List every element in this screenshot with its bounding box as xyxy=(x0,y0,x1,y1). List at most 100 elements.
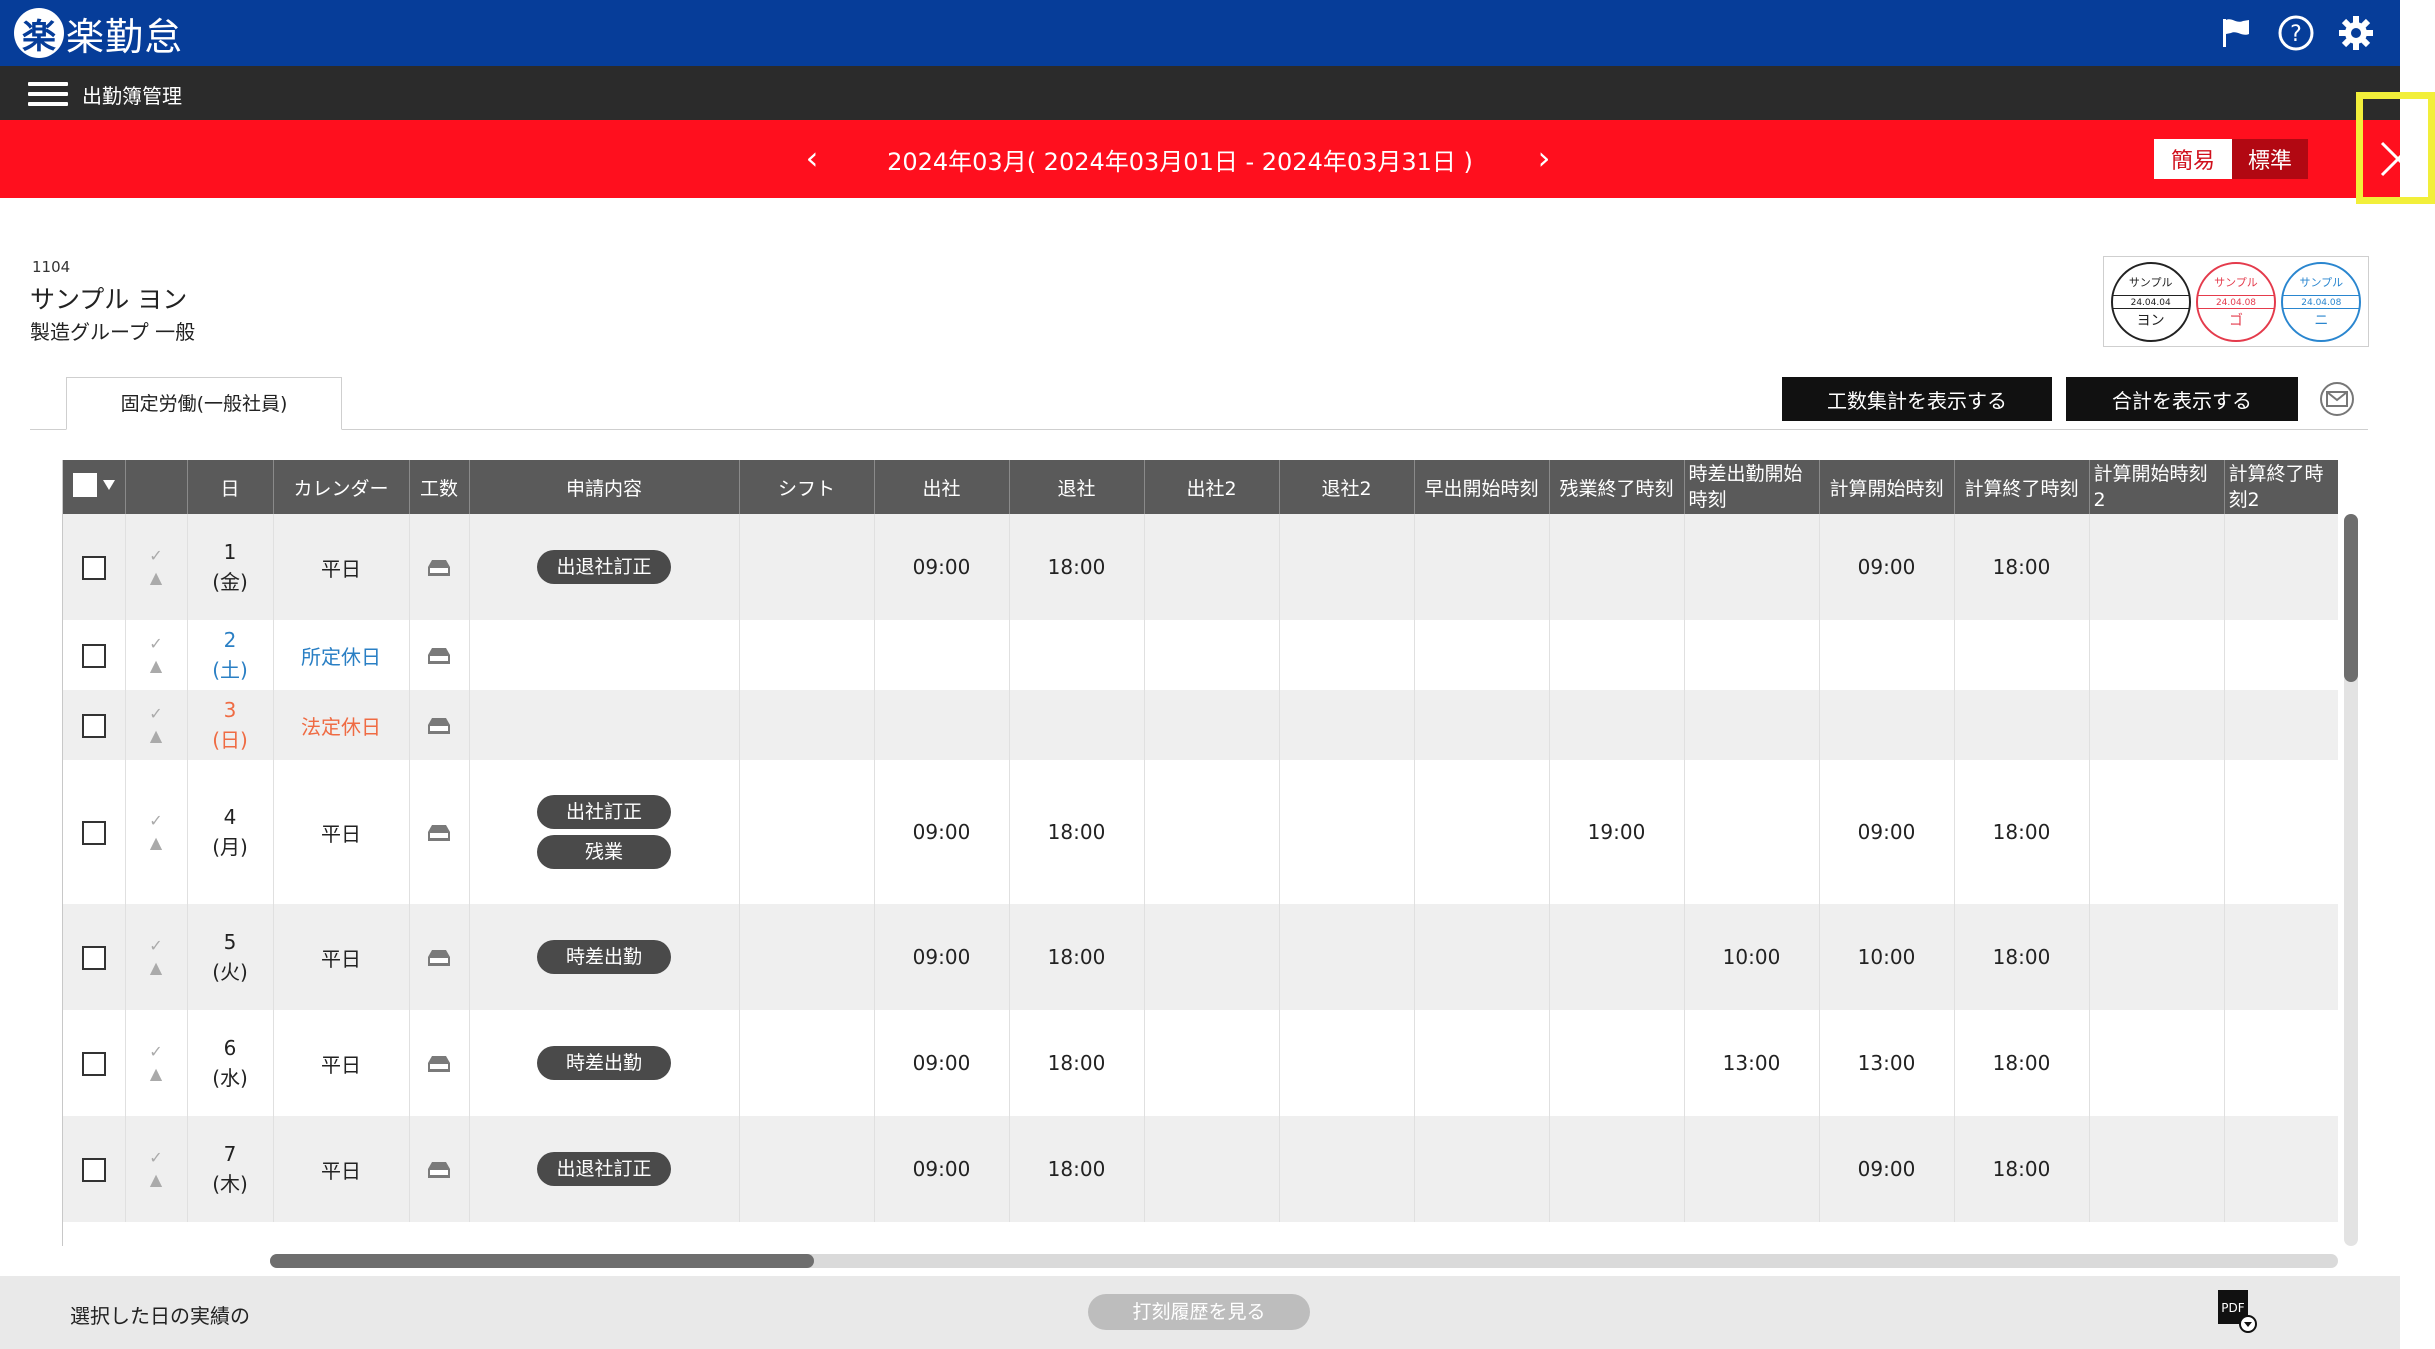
show-total-button[interactable]: 合計を表示する xyxy=(2066,377,2298,421)
stamp-date: 24.04.08 xyxy=(2283,294,2360,309)
row-checkbox[interactable] xyxy=(81,1157,106,1182)
row-checkbox[interactable] xyxy=(81,820,106,845)
koshu-cell[interactable] xyxy=(409,690,470,760)
day-of-week: (木) xyxy=(212,1172,248,1196)
warning-icon: ▲ xyxy=(149,656,163,675)
day-of-week: (火) xyxy=(212,960,248,984)
request-badge[interactable]: 出退社訂正 xyxy=(537,1152,671,1186)
row-status-cell: ✓ ▲ xyxy=(125,514,188,620)
chevron-down-icon[interactable] xyxy=(102,479,115,490)
select-all-header[interactable] xyxy=(63,460,126,514)
row-checkbox[interactable] xyxy=(81,643,106,668)
row-checkbox[interactable] xyxy=(81,713,106,738)
koshu-cell[interactable] xyxy=(409,1010,470,1116)
show-koshu-summary-button[interactable]: 工数集計を表示する xyxy=(1782,377,2052,421)
mode-standard-button[interactable]: 標準 xyxy=(2232,139,2309,179)
col-header: 申請内容 xyxy=(469,460,740,514)
tray-icon[interactable] xyxy=(425,1159,453,1181)
app-logo[interactable]: 楽 楽勤怠 xyxy=(14,6,183,60)
row-select-cell[interactable] xyxy=(63,690,126,760)
row-checkbox[interactable] xyxy=(81,1051,106,1076)
request-badge[interactable]: 出退社訂正 xyxy=(537,550,671,584)
flag-icon[interactable] xyxy=(2216,13,2256,53)
gear-icon[interactable] xyxy=(2336,13,2376,53)
request-badge[interactable]: 時差出勤 xyxy=(537,1046,671,1080)
table-row[interactable]: ✓ ▲ 6 (水) 平日 時差出勤 09:00 18:00 13:00 13:00 18:00 xyxy=(63,1010,2338,1116)
day-cell: 2 (土) xyxy=(187,620,274,690)
table-row[interactable]: ✓ ▲ 7 (木) 平日 出退社訂正 09:00 18:00 09:00 18:00 xyxy=(63,1116,2338,1222)
check-icon: ✓ xyxy=(149,546,163,565)
status-header xyxy=(125,460,188,514)
row-select-cell[interactable] xyxy=(63,1010,126,1116)
koshu-cell[interactable] xyxy=(409,620,470,690)
pdf-download-icon[interactable]: PDF xyxy=(2216,1288,2258,1334)
clock-in-cell: 09:00 xyxy=(874,514,1010,620)
shift-cell xyxy=(739,514,875,620)
request-badge[interactable]: 出社訂正 xyxy=(537,795,671,829)
approval-stamp: サンプル 24.04.08 ニ xyxy=(2281,261,2362,342)
approval-stamps: サンプル 24.04.04 ヨン サンプル 24.04.08 ゴ サンプル 24… xyxy=(2103,256,2369,347)
row-checkbox[interactable] xyxy=(81,945,106,970)
koshu-cell[interactable] xyxy=(409,904,470,1010)
employee-name: サンプル ヨン xyxy=(30,285,188,314)
help-icon[interactable]: ? xyxy=(2276,13,2316,53)
clock-in-cell xyxy=(874,690,1010,760)
col-header: 日 xyxy=(187,460,274,514)
koshu-cell[interactable] xyxy=(409,514,470,620)
request-badge[interactable]: 残業 xyxy=(537,835,671,869)
col-header: 工数 xyxy=(409,460,470,514)
footer-selected-text: 選択した日の実績の xyxy=(70,1304,250,1328)
col-header: 残業終了時刻 xyxy=(1549,460,1685,514)
next-period-button[interactable]: › xyxy=(1524,136,1564,180)
hamburger-menu-icon[interactable] xyxy=(28,82,68,106)
clock-in2-cell xyxy=(1144,760,1280,904)
tray-icon[interactable] xyxy=(425,822,453,844)
table-row[interactable]: ✓ ▲ 4 (月) 平日 出社訂正 残業 09:00 18:00 19:00 09:00 18:00 xyxy=(63,760,2338,904)
check-icon: ✓ xyxy=(149,811,163,830)
clock-in2-cell xyxy=(1144,690,1280,760)
select-all-checkbox[interactable] xyxy=(72,472,97,497)
calc-end2-cell xyxy=(2224,620,2338,690)
check-icon: ✓ xyxy=(149,1042,163,1061)
table-row[interactable]: ✓ ▲ 2 (土) 所定休日 xyxy=(63,620,2338,690)
attendance-table: 日 カレンダー 工数 申請内容 シフト 出社 退社 出社2 退社2 早出開始時刻… xyxy=(62,460,2338,1246)
view-stamp-history-button[interactable]: 打刻履歴を見る xyxy=(1088,1294,1310,1330)
clock-out-cell: 18:00 xyxy=(1009,760,1145,904)
tab-fixed-labor[interactable]: 固定労働(一般社員) xyxy=(66,377,342,430)
pdf-label: PDF xyxy=(2221,1301,2244,1315)
tray-icon[interactable] xyxy=(425,715,453,737)
warning-icon: ▲ xyxy=(149,1170,163,1189)
tray-icon[interactable] xyxy=(425,1053,453,1075)
shift-cell xyxy=(739,1010,875,1116)
app-root: 楽 楽勤怠 ? 出勤簿管理 ‹ 2024年03月( 2024年03月01日 - … xyxy=(0,0,2435,1349)
check-icon: ✓ xyxy=(149,936,163,955)
row-select-cell[interactable] xyxy=(63,904,126,1010)
stamp-bottom-text: ニ xyxy=(2314,312,2329,329)
row-select-cell[interactable] xyxy=(63,1116,126,1222)
table-row[interactable]: ✓ ▲ 5 (火) 平日 時差出勤 09:00 18:00 10:00 10:00 18:00 xyxy=(63,904,2338,1010)
table-row[interactable]: ✓ ▲ 1 (金) 平日 出退社訂正 09:00 18:00 09:00 18:00 xyxy=(63,514,2338,620)
clock-out-cell: 18:00 xyxy=(1009,514,1145,620)
row-status-cell: ✓ ▲ xyxy=(125,904,188,1010)
row-select-cell[interactable] xyxy=(63,514,126,620)
table-row[interactable]: ✓ ▲ 3 (日) 法定休日 xyxy=(63,690,2338,760)
early-start-cell xyxy=(1414,514,1550,620)
horizontal-scroll-thumb[interactable] xyxy=(270,1254,814,1268)
row-select-cell[interactable] xyxy=(63,620,126,690)
row-select-cell[interactable] xyxy=(63,760,126,904)
prev-period-button[interactable]: ‹ xyxy=(792,136,832,180)
staggered-start-cell xyxy=(1684,514,1820,620)
tray-icon[interactable] xyxy=(425,645,453,667)
koshu-cell[interactable] xyxy=(409,1116,470,1222)
row-checkbox[interactable] xyxy=(81,555,106,580)
mail-check-icon[interactable] xyxy=(2318,380,2356,418)
mode-simple-button[interactable]: 簡易 xyxy=(2154,139,2233,179)
day-cell: 4 (月) xyxy=(187,760,274,904)
koshu-cell[interactable] xyxy=(409,760,470,904)
tray-icon[interactable] xyxy=(425,947,453,969)
calc-start2-cell xyxy=(2089,760,2225,904)
row-status-cell: ✓ ▲ xyxy=(125,760,188,904)
vertical-scroll-thumb[interactable] xyxy=(2344,514,2358,682)
tray-icon[interactable] xyxy=(425,557,453,579)
request-badge[interactable]: 時差出勤 xyxy=(537,940,671,974)
